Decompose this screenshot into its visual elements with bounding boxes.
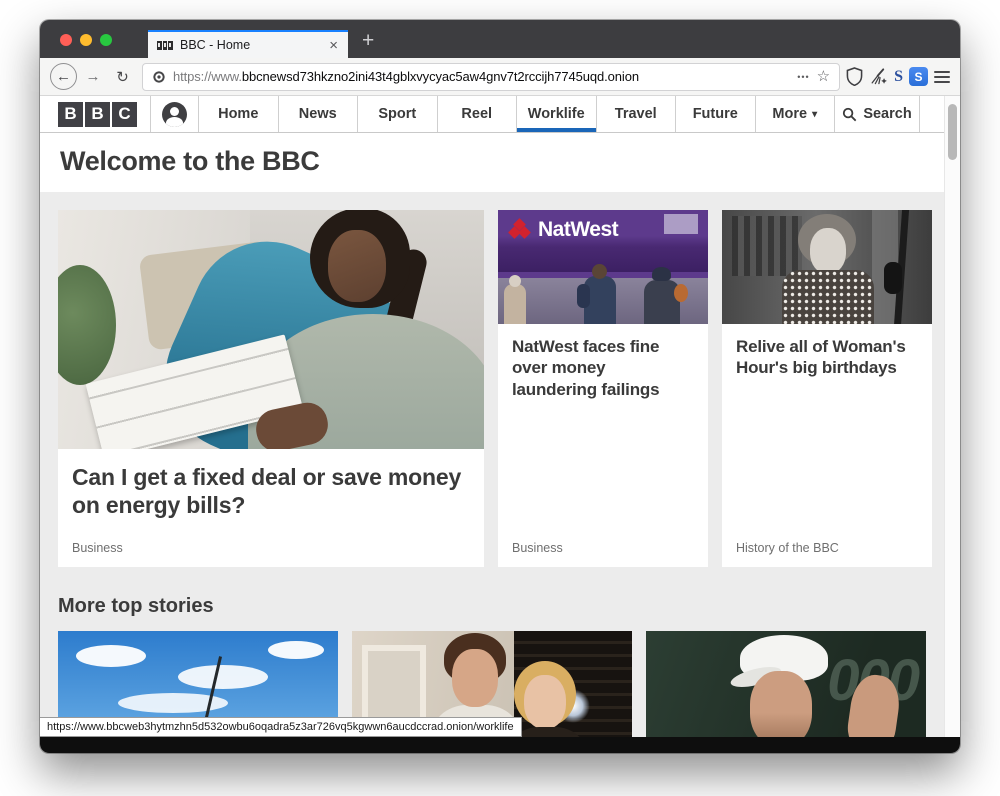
- url-domain: bbcnewsd73hkzno2ini43t4gblxvycyac5aw4gnv…: [242, 69, 639, 84]
- page-title: Welcome to the BBC: [60, 146, 960, 177]
- bbc-favicon-icon: [157, 41, 173, 50]
- nav-item-reel[interactable]: Reel: [438, 96, 518, 132]
- story-card-natwest[interactable]: NatWest NatWest faces fine over money la…: [498, 210, 708, 567]
- story-image-energy-bill: [58, 210, 484, 449]
- forward-button[interactable]: →: [83, 63, 103, 90]
- top-stories-row: Can I get a fixed deal or save money on …: [58, 210, 960, 567]
- page-actions-icon[interactable]: •••: [797, 72, 809, 82]
- nav-item-travel[interactable]: Travel: [597, 96, 677, 132]
- back-button[interactable]: ←: [50, 63, 77, 90]
- tab-close-icon[interactable]: ×: [328, 38, 339, 53]
- window-bottom-edge: [40, 737, 960, 753]
- story-headline: NatWest faces fine over money laundering…: [498, 324, 708, 400]
- story-category: History of the BBC: [736, 541, 839, 555]
- section-heading-more-top-stories: More top stories: [58, 595, 960, 618]
- url-scheme: https://www.: [173, 69, 242, 84]
- menu-icon[interactable]: [934, 71, 950, 83]
- bbc-logo-letter: B: [58, 102, 83, 127]
- window-controls: [60, 34, 112, 46]
- extension-s-icon[interactable]: S: [909, 67, 928, 86]
- scrollbar-track[interactable]: [944, 96, 960, 737]
- nav-item-more[interactable]: More ▾: [756, 96, 836, 132]
- scrollbar-thumb[interactable]: [948, 104, 957, 160]
- tor-shield-icon[interactable]: [846, 67, 863, 86]
- story-image-natwest: NatWest: [498, 210, 708, 324]
- reload-button[interactable]: ↻: [109, 63, 136, 90]
- zoom-window-button[interactable]: [100, 34, 112, 46]
- nav-item-sport[interactable]: Sport: [358, 96, 438, 132]
- bbc-logo-letter: B: [85, 102, 110, 127]
- story-card-energy[interactable]: Can I get a fixed deal or save money on …: [58, 210, 484, 567]
- new-tab-button[interactable]: +: [362, 29, 374, 53]
- url-text[interactable]: https://www.bbcnewsd73hkzno2ini43t4gblxv…: [173, 69, 790, 84]
- new-identity-broom-icon[interactable]: [869, 67, 888, 86]
- more-label: More: [772, 106, 807, 122]
- browser-window: BBC - Home × + ← → ↻ https://www.bbcnews…: [40, 20, 960, 753]
- nav-item-worklife[interactable]: Worklife: [517, 96, 597, 132]
- nav-item-home[interactable]: Home: [199, 96, 279, 132]
- bbc-navbar: B B C Home News Sport Reel Worklife Trav…: [40, 96, 944, 133]
- account-icon: [162, 102, 187, 127]
- story-image-womans-hour: [722, 210, 932, 324]
- url-bar[interactable]: https://www.bbcnewsd73hkzno2ini43t4gblxv…: [142, 63, 840, 91]
- stories-section: Can I get a fixed deal or save money on …: [40, 192, 960, 753]
- search-button[interactable]: Search: [835, 96, 920, 132]
- bookmark-star-icon[interactable]: ☆: [817, 69, 830, 84]
- onion-site-icon[interactable]: [152, 70, 166, 84]
- tab-title: BBC - Home: [180, 38, 328, 52]
- minimize-window-button[interactable]: [80, 34, 92, 46]
- close-window-button[interactable]: [60, 34, 72, 46]
- search-label: Search: [863, 106, 911, 122]
- nav-item-future[interactable]: Future: [676, 96, 756, 132]
- navigation-toolbar: ← → ↻ https://www.bbcnewsd73hkzno2ini43t…: [40, 58, 960, 96]
- bbc-logo[interactable]: B B C: [40, 96, 151, 132]
- chevron-down-icon: ▾: [812, 109, 817, 120]
- titlebar: BBC - Home × +: [40, 20, 960, 58]
- browser-tab[interactable]: BBC - Home ×: [148, 30, 348, 58]
- page-content: B B C Home News Sport Reel Worklife Trav…: [40, 96, 960, 753]
- natwest-logo-icon: [510, 220, 530, 240]
- story-image-tennis[interactable]: 000: [646, 631, 926, 753]
- story-card-womans-hour[interactable]: Relive all of Woman's Hour's big birthda…: [722, 210, 932, 567]
- nav-item-news[interactable]: News: [279, 96, 359, 132]
- natwest-sign-text: NatWest: [538, 218, 618, 242]
- welcome-section: Welcome to the BBC: [40, 133, 960, 192]
- story-category: Business: [72, 541, 123, 555]
- story-headline: Relive all of Woman's Hour's big birthda…: [722, 324, 932, 379]
- bbc-logo-letter: C: [112, 102, 137, 127]
- story-category: Business: [512, 541, 563, 555]
- account-button[interactable]: [151, 96, 199, 132]
- noscript-icon[interactable]: S: [894, 68, 903, 86]
- link-preview-statusbar: https://www.bbcweb3hytmzhn5d532owbu6oqad…: [40, 717, 522, 737]
- search-icon: [842, 107, 857, 122]
- story-headline: Can I get a fixed deal or save money on …: [58, 449, 484, 519]
